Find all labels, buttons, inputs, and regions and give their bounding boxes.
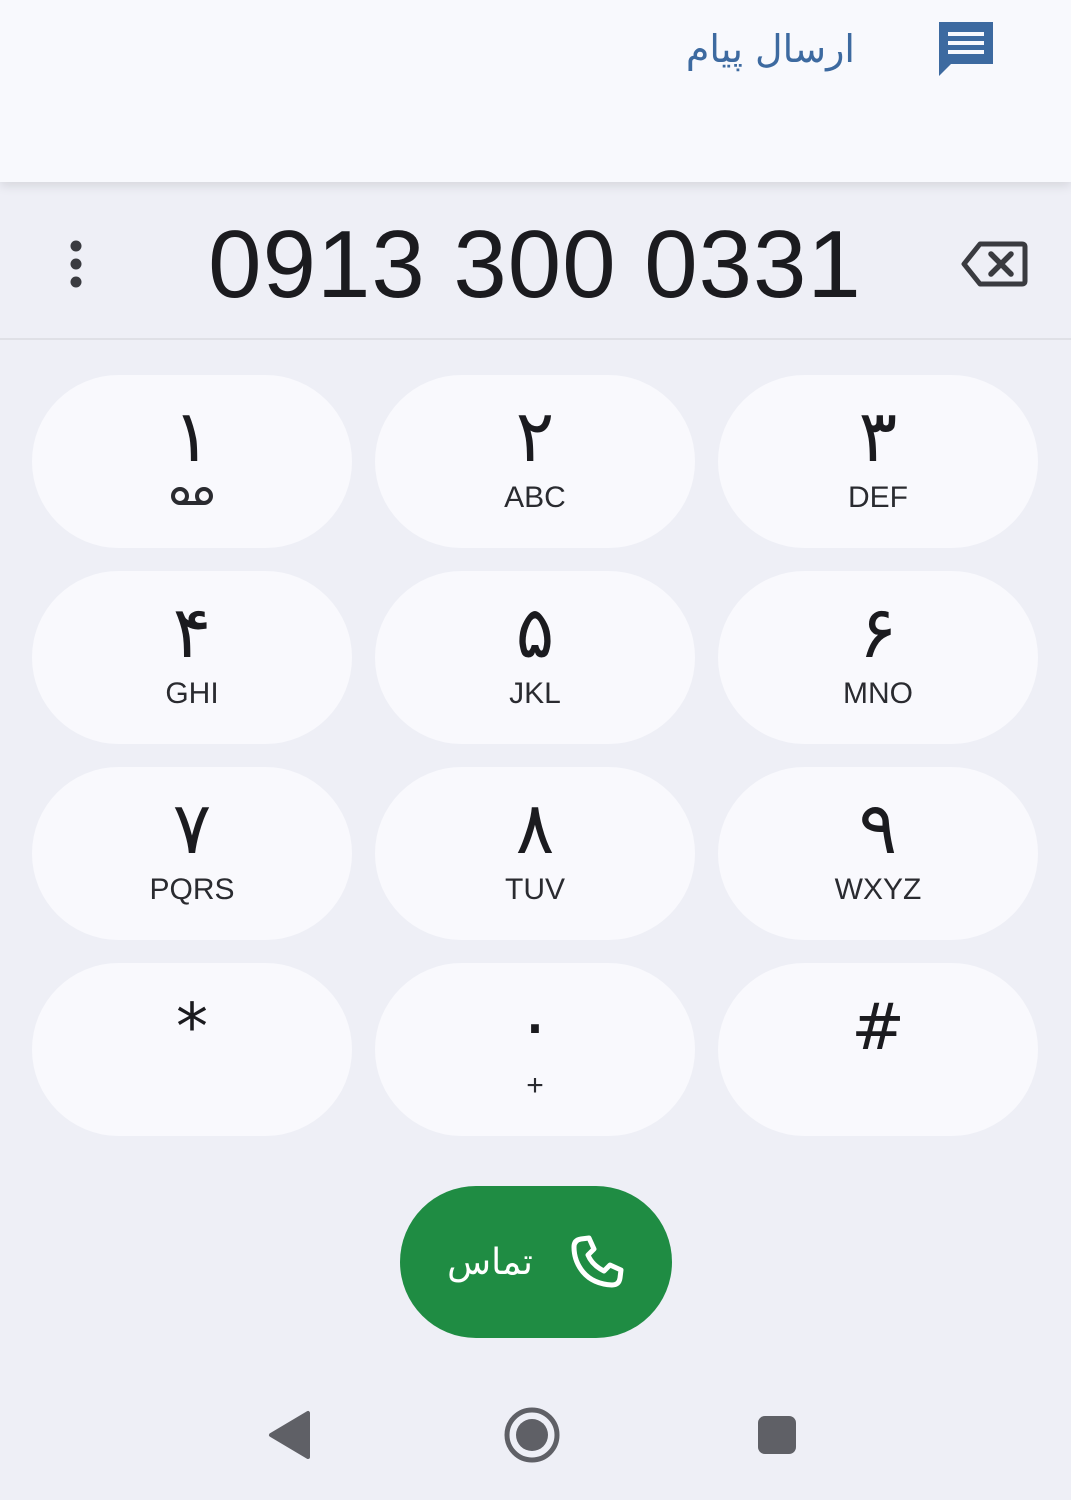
phone-icon [571,1235,624,1288]
key-digit: ۹ [858,786,898,870]
key-letters: PQRS [149,873,235,906]
key-0[interactable]: ۰ + [375,963,695,1136]
key-digit: # [851,991,905,1065]
key-digit: ۰ [515,982,555,1066]
dialed-number[interactable]: 0913 300 0331 [120,200,950,330]
backspace-icon[interactable] [960,240,1028,288]
call-label: تماس [447,1241,533,1283]
top-bar: ارسال پیام [0,0,1071,182]
key-digit: ۴ [172,590,212,674]
key-digit: * [176,991,208,1065]
key-letters: TUV [505,873,565,906]
key-digit: ۱ [172,394,212,478]
key-digit: ۶ [858,590,898,674]
recents-icon[interactable] [756,1414,798,1456]
key-letters: MNO [843,677,913,710]
voicemail-icon [171,487,213,505]
key-6[interactable]: ۶ MNO [718,571,1038,744]
key-letters: DEF [848,481,908,514]
more-vert-icon[interactable] [54,238,98,290]
number-display-bar: 0913 300 0331 [0,190,1071,340]
key-8[interactable]: ۸ TUV [375,767,695,940]
key-7[interactable]: ۷ PQRS [32,767,352,940]
key-2[interactable]: ۲ ABC [375,375,695,548]
key-letters: + [526,1069,544,1102]
key-1[interactable]: ۱ [32,375,352,548]
key-letters: GHI [165,677,219,710]
send-message-label: ارسال پیام [685,27,855,71]
message-icon [939,22,993,76]
home-icon[interactable] [503,1406,561,1464]
key-letters: ABC [504,481,566,514]
key-digit: ۵ [515,590,555,674]
key-letters: JKL [509,677,561,710]
send-message-button[interactable]: ارسال پیام [686,18,997,80]
call-button[interactable]: تماس [400,1186,672,1338]
key-5[interactable]: ۵ JKL [375,571,695,744]
back-icon[interactable] [268,1410,310,1460]
system-nav-bar [0,1380,1071,1500]
key-3[interactable]: ۳ DEF [718,375,1038,548]
key-hash[interactable]: # [718,963,1038,1136]
key-digit: ۷ [172,786,212,870]
key-digit: ۲ [515,394,555,478]
key-digit: ۳ [858,394,898,478]
dial-keypad: ۱ ۲ ABC ۳ DEF ۴ GHI ۵ JKL ۶ MNO ۷ PQRS ۸… [32,375,1038,1136]
key-letters: WXYZ [834,873,922,906]
key-9[interactable]: ۹ WXYZ [718,767,1038,940]
key-4[interactable]: ۴ GHI [32,571,352,744]
key-star[interactable]: * [32,963,352,1136]
key-digit: ۸ [515,786,555,870]
